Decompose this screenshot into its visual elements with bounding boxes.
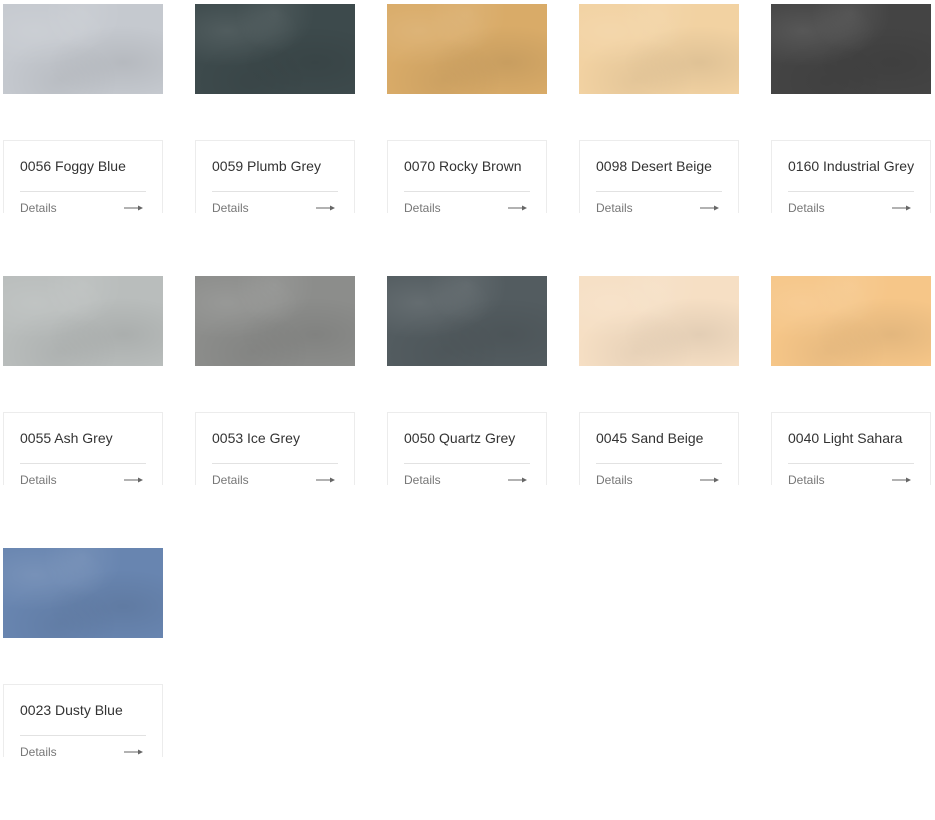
product-name[interactable]: 0059 Plumb Grey: [212, 158, 321, 174]
product-name[interactable]: 0053 Ice Grey: [212, 430, 300, 446]
product-card: 0059 Plumb Grey Details: [195, 4, 355, 276]
details-link[interactable]: Details: [20, 745, 57, 759]
product-swatch[interactable]: [771, 4, 931, 94]
product-card: 0040 Light Sahara Details: [771, 276, 931, 548]
details-link[interactable]: Details: [212, 473, 249, 487]
product-card: 0053 Ice Grey Details: [195, 276, 355, 548]
product-name[interactable]: 0055 Ash Grey: [20, 430, 113, 446]
product-swatch[interactable]: [387, 276, 547, 366]
swatch-texture: [387, 276, 547, 366]
swatch-texture: [771, 4, 931, 94]
product-name[interactable]: 0050 Quartz Grey: [404, 430, 515, 446]
arrow-right-icon[interactable]: [508, 476, 528, 484]
details-link[interactable]: Details: [596, 473, 633, 487]
product-swatch[interactable]: [579, 276, 739, 366]
product-info: 0098 Desert Beige Details: [579, 140, 739, 215]
divider: [404, 191, 530, 192]
swatch-texture: [195, 4, 355, 94]
details-link[interactable]: Details: [20, 201, 57, 215]
divider: [212, 463, 338, 464]
product-name[interactable]: 0160 Industrial Grey: [788, 158, 914, 174]
product-swatch[interactable]: [195, 276, 355, 366]
product-swatch[interactable]: [771, 276, 931, 366]
divider: [20, 463, 146, 464]
swatch-texture: [3, 276, 163, 366]
divider: [404, 463, 530, 464]
product-info: 0056 Foggy Blue Details: [3, 140, 163, 215]
product-name[interactable]: 0070 Rocky Brown: [404, 158, 522, 174]
product-swatch[interactable]: [3, 276, 163, 366]
swatch-texture: [3, 548, 163, 638]
product-info: 0040 Light Sahara Details: [771, 412, 931, 487]
details-link[interactable]: Details: [20, 473, 57, 487]
product-card: 0070 Rocky Brown Details: [387, 4, 547, 276]
details-link[interactable]: Details: [404, 201, 441, 215]
product-info: 0059 Plumb Grey Details: [195, 140, 355, 215]
swatch-texture: [195, 276, 355, 366]
divider: [788, 463, 914, 464]
divider: [788, 191, 914, 192]
details-link[interactable]: Details: [596, 201, 633, 215]
arrow-right-icon[interactable]: [700, 204, 720, 212]
arrow-right-icon[interactable]: [700, 476, 720, 484]
arrow-right-icon[interactable]: [316, 204, 336, 212]
product-card: 0056 Foggy Blue Details: [3, 4, 163, 276]
swatch-texture: [579, 4, 739, 94]
divider: [596, 191, 722, 192]
swatch-texture: [771, 276, 931, 366]
divider: [212, 191, 338, 192]
product-name[interactable]: 0098 Desert Beige: [596, 158, 712, 174]
product-info: 0070 Rocky Brown Details: [387, 140, 547, 215]
arrow-right-icon[interactable]: [124, 476, 144, 484]
divider: [596, 463, 722, 464]
product-info: 0055 Ash Grey Details: [3, 412, 163, 487]
product-info: 0045 Sand Beige Details: [579, 412, 739, 487]
product-card: 0098 Desert Beige Details: [579, 4, 739, 276]
product-info: 0050 Quartz Grey Details: [387, 412, 547, 487]
product-name[interactable]: 0056 Foggy Blue: [20, 158, 126, 174]
product-card: 0023 Dusty Blue Details: [3, 548, 163, 820]
product-swatch[interactable]: [387, 4, 547, 94]
product-swatch[interactable]: [195, 4, 355, 94]
details-link[interactable]: Details: [212, 201, 249, 215]
arrow-right-icon[interactable]: [892, 476, 912, 484]
product-info: 0160 Industrial Grey Details: [771, 140, 931, 215]
product-card: 0160 Industrial Grey Details: [771, 4, 931, 276]
arrow-right-icon[interactable]: [124, 748, 144, 756]
product-name[interactable]: 0023 Dusty Blue: [20, 702, 123, 718]
product-name[interactable]: 0045 Sand Beige: [596, 430, 703, 446]
swatch-texture: [387, 4, 547, 94]
arrow-right-icon[interactable]: [892, 204, 912, 212]
product-card: 0045 Sand Beige Details: [579, 276, 739, 548]
arrow-right-icon[interactable]: [316, 476, 336, 484]
details-link[interactable]: Details: [788, 201, 825, 215]
product-name[interactable]: 0040 Light Sahara: [788, 430, 902, 446]
product-swatch[interactable]: [3, 4, 163, 94]
product-grid: 0056 Foggy Blue Details 0059 Plumb Grey …: [3, 4, 931, 820]
product-card: 0055 Ash Grey Details: [3, 276, 163, 548]
product-card: 0050 Quartz Grey Details: [387, 276, 547, 548]
divider: [20, 735, 146, 736]
details-link[interactable]: Details: [404, 473, 441, 487]
arrow-right-icon[interactable]: [124, 204, 144, 212]
arrow-right-icon[interactable]: [508, 204, 528, 212]
product-info: 0023 Dusty Blue Details: [3, 684, 163, 759]
product-info: 0053 Ice Grey Details: [195, 412, 355, 487]
divider: [20, 191, 146, 192]
product-swatch[interactable]: [579, 4, 739, 94]
swatch-texture: [3, 4, 163, 94]
swatch-texture: [579, 276, 739, 366]
details-link[interactable]: Details: [788, 473, 825, 487]
product-swatch[interactable]: [3, 548, 163, 638]
